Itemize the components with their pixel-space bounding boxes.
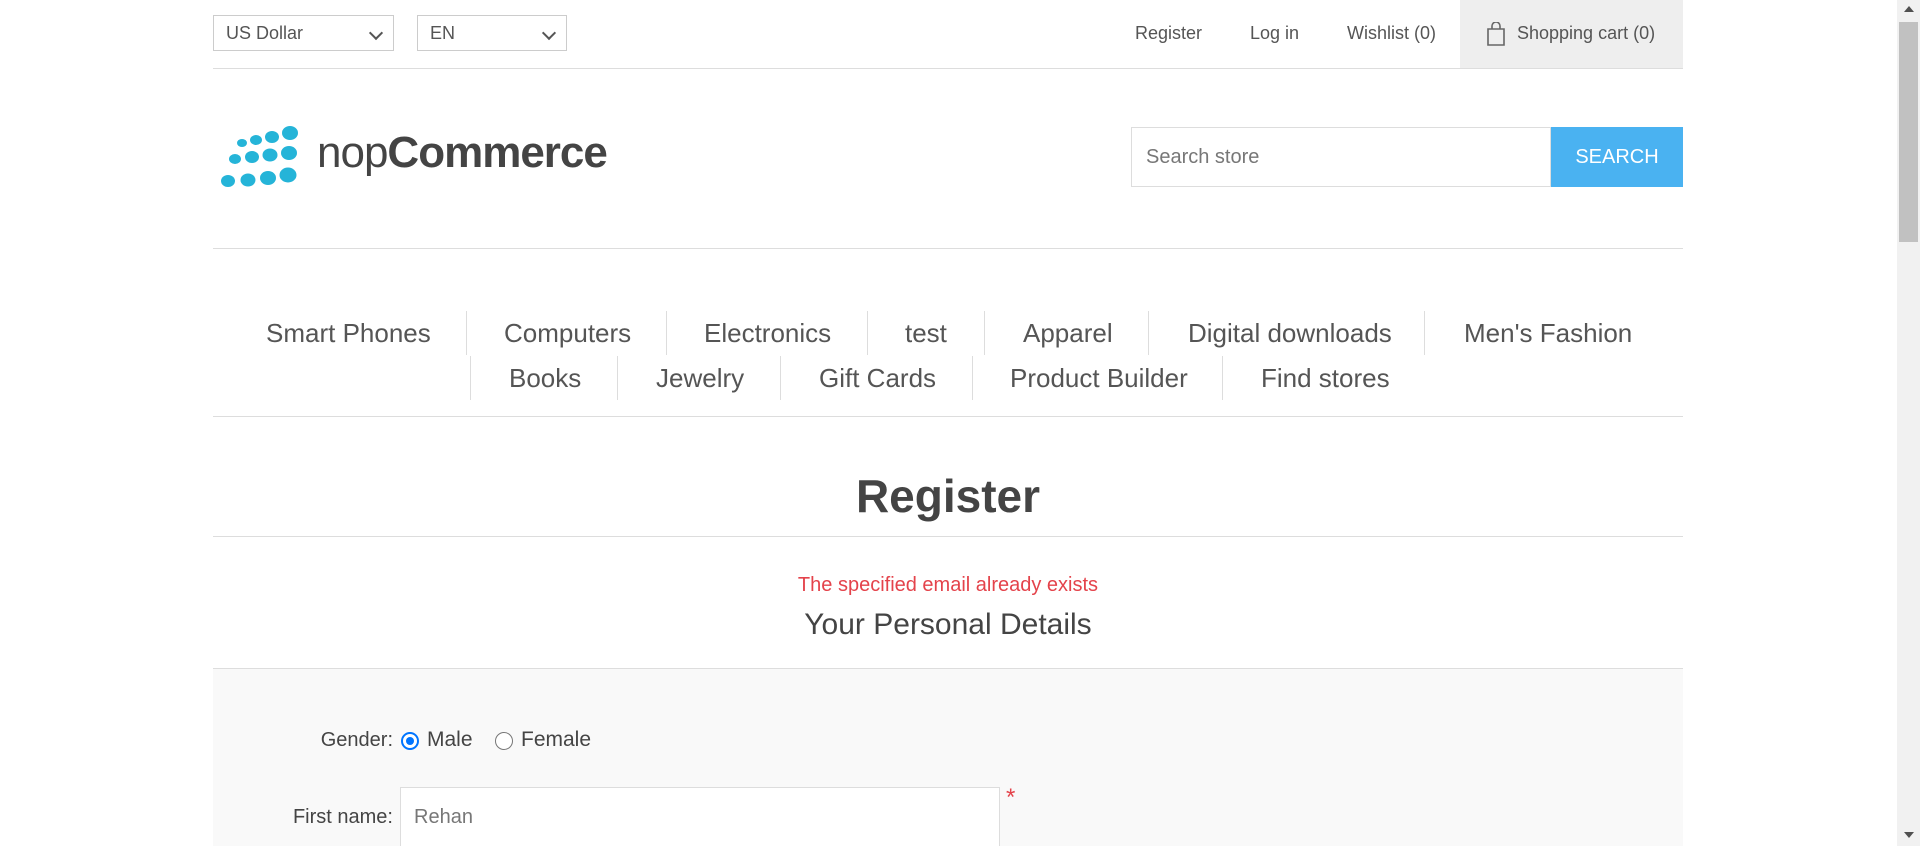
menu-item-test[interactable]: test: [905, 311, 947, 355]
menu-divider: [666, 311, 667, 355]
language-value: EN: [430, 23, 456, 43]
store-logo[interactable]: nopCommerce: [217, 125, 608, 191]
page-title: Register: [213, 466, 1683, 537]
menu-divider: [780, 356, 781, 400]
logo-text-light: nop: [317, 128, 388, 177]
required-asterisk: *: [1006, 784, 1016, 811]
first-name-label: First name:: [292, 806, 393, 828]
logo-text-bold: Commerce: [387, 128, 607, 177]
menu-divider: [617, 356, 618, 400]
currency-value: US Dollar: [226, 23, 304, 43]
menu-item-smart-phones[interactable]: Smart Phones: [266, 311, 431, 355]
section-title-personal-details: Your Personal Details: [804, 608, 1092, 641]
menu-divider: [984, 311, 985, 355]
wishlist-link[interactable]: Wishlist (0): [1347, 0, 1436, 68]
menu-item-electronics[interactable]: Electronics: [704, 311, 831, 355]
scroll-up-arrow-icon[interactable]: [1904, 6, 1914, 12]
menu-item-find-stores[interactable]: Find stores: [1261, 356, 1390, 400]
personal-details-form: Gender: Male Female First name: Rehan *: [213, 668, 1683, 846]
logo-wordmark: nopCommerce: [317, 128, 608, 178]
logo-dots-icon: [221, 126, 298, 187]
menu-divider: [470, 356, 471, 400]
menu-divider: [1222, 356, 1223, 400]
menu-item-books[interactable]: Books: [509, 356, 581, 400]
search-button[interactable]: SEARCH: [1551, 127, 1683, 187]
shopping-bag-icon: [1487, 22, 1505, 46]
scrollbar-thumb[interactable]: [1899, 22, 1918, 242]
chevron-down-icon: [368, 25, 384, 41]
menu-divider: [1424, 311, 1425, 355]
menu-item-digital-downloads[interactable]: Digital downloads: [1188, 311, 1392, 355]
first-name-input[interactable]: Rehan: [400, 787, 1000, 846]
menu-item-jewelry[interactable]: Jewelry: [656, 356, 744, 400]
validation-error-message: The specified email already exists: [797, 574, 1099, 596]
menu-item-mens-fashion[interactable]: Men's Fashion: [1464, 311, 1632, 355]
language-selector[interactable]: EN: [417, 15, 567, 51]
register-link[interactable]: Register: [1135, 0, 1202, 68]
menu-divider: [466, 311, 467, 355]
page-container: US Dollar EN Register Log in Wishlist (0…: [213, 0, 1683, 846]
scroll-down-arrow-icon[interactable]: [1904, 832, 1914, 838]
menu-item-gift-cards[interactable]: Gift Cards: [819, 356, 936, 400]
menu-divider: [972, 356, 973, 400]
shopping-cart-link[interactable]: Shopping cart (0): [1460, 0, 1683, 68]
search-input[interactable]: [1131, 127, 1551, 187]
menu-item-product-builder[interactable]: Product Builder: [1010, 356, 1188, 400]
chevron-down-icon: [541, 25, 557, 41]
header-links-bar: US Dollar EN Register Log in Wishlist (0…: [213, 0, 1683, 69]
shopping-cart-label: Shopping cart (0): [1517, 23, 1656, 43]
currency-selector[interactable]: US Dollar: [213, 15, 394, 51]
gender-female-label[interactable]: Female: [521, 728, 591, 752]
gender-female-radio[interactable]: [495, 732, 513, 750]
menu-item-computers[interactable]: Computers: [504, 311, 631, 355]
top-menu: Smart Phones Computers Electronics test …: [213, 248, 1683, 417]
login-link[interactable]: Log in: [1250, 0, 1299, 68]
menu-item-apparel[interactable]: Apparel: [1023, 311, 1113, 355]
gender-label: Gender:: [320, 729, 393, 751]
menu-divider: [1148, 311, 1149, 355]
gender-male-radio[interactable]: [401, 732, 419, 750]
vertical-scrollbar[interactable]: [1897, 0, 1920, 846]
gender-male-label[interactable]: Male: [427, 728, 473, 752]
menu-divider: [867, 311, 868, 355]
